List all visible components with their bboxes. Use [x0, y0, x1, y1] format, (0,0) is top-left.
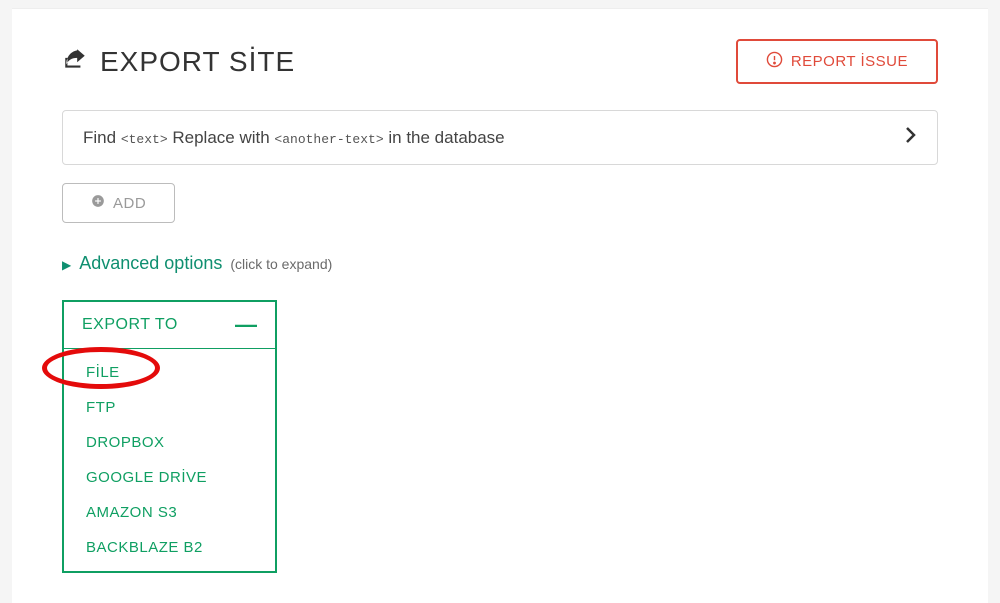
export-item-file[interactable]: FİLE [64, 355, 275, 390]
advanced-options-toggle[interactable]: ▶ Advanced options (click to expand) [62, 253, 938, 274]
export-item-label: FİLE [86, 364, 120, 381]
advanced-options-hint: (click to expand) [230, 256, 332, 272]
report-issue-button[interactable]: REPORT İSSUE [736, 39, 938, 84]
minus-icon: — [235, 314, 257, 336]
export-item-backblaze-b2[interactable]: BACKBLAZE B2 [64, 530, 275, 565]
export-to-list: FİLE FTP DROPBOX GOOGLE DRİVE AMAZON S3 … [64, 349, 275, 571]
export-item-ftp[interactable]: FTP [64, 390, 275, 425]
chevron-right-icon [905, 127, 917, 148]
page-title: EXPORT SİTE [100, 46, 295, 78]
export-item-amazon-s3[interactable]: AMAZON S3 [64, 495, 275, 530]
title-group: EXPORT SİTE [62, 46, 295, 78]
export-item-label: BACKBLAZE B2 [86, 539, 203, 556]
export-icon [62, 46, 88, 77]
export-to-dropdown: EXPORT TO — FİLE FTP DROPBOX GOOGLE DRİV… [62, 300, 277, 573]
advanced-options-label: Advanced options [79, 253, 222, 274]
export-item-label: GOOGLE DRİVE [86, 469, 207, 486]
add-button[interactable]: ADD [62, 183, 175, 223]
export-item-label: FTP [86, 399, 116, 416]
find-replace-text: Find <text> Replace with <another-text> … [83, 128, 505, 148]
plus-circle-icon [91, 194, 105, 212]
report-issue-label: REPORT İSSUE [791, 53, 908, 70]
export-to-header[interactable]: EXPORT TO — [64, 302, 275, 349]
caret-right-icon: ▶ [62, 258, 71, 272]
page-header: EXPORT SİTE REPORT İSSUE [62, 39, 938, 84]
export-item-dropbox[interactable]: DROPBOX [64, 425, 275, 460]
find-replace-panel[interactable]: Find <text> Replace with <another-text> … [62, 110, 938, 165]
export-item-google-drive[interactable]: GOOGLE DRİVE [64, 460, 275, 495]
add-button-label: ADD [113, 195, 146, 212]
export-to-label: EXPORT TO [82, 316, 178, 334]
export-item-label: AMAZON S3 [86, 504, 177, 521]
warning-icon [766, 51, 783, 72]
export-item-label: DROPBOX [86, 434, 165, 451]
